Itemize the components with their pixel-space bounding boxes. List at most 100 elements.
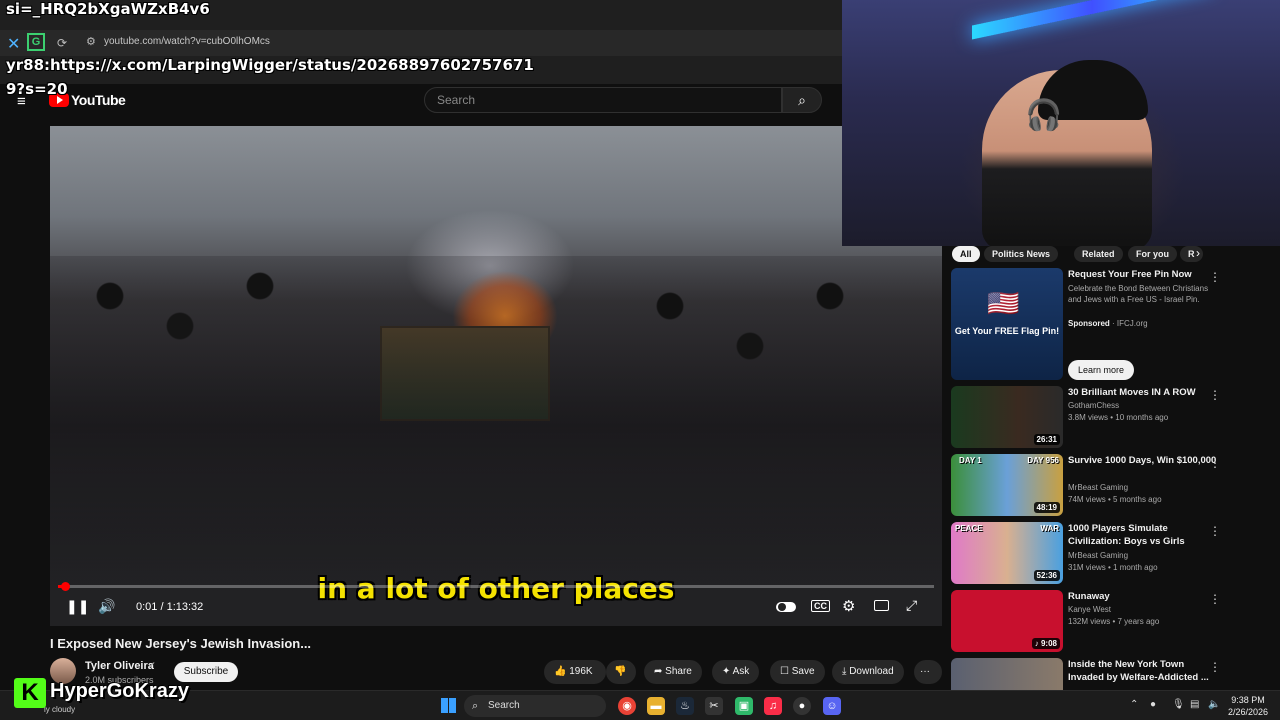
list-item[interactable]: 26:31 30 Brilliant Moves IN A ROW Gotham… [951,386,1280,448]
kebab-menu-icon[interactable]: ⋮ [1209,456,1221,470]
app-icon[interactable]: ▣ [735,697,753,715]
item-title[interactable]: 30 Brilliant Moves IN A ROW [1068,386,1218,399]
kick-logo-icon: K [14,678,46,708]
share-icon: ➦ [654,666,666,677]
list-item[interactable]: DAY 1 DAY 956 48:19 Survive 1000 Days, W… [951,454,1280,516]
chrome-icon[interactable]: ◉ [618,697,636,715]
windows-start-icon[interactable] [441,698,456,713]
clock[interactable]: 9:38 PM 2/26/2026 [1228,694,1268,718]
settings-gear-icon[interactable]: ⚙ [842,597,855,615]
ask-button[interactable]: ✦ Ask [712,660,760,684]
discord-icon[interactable]: ☺ [823,697,841,715]
channel-name[interactable]: Tyler Oliveira [85,660,154,672]
autoplay-toggle[interactable] [776,602,796,612]
ad-title[interactable]: Request Your Free Pin Now [1068,268,1218,281]
flag-pin-icon: 🇺🇸 [987,288,1020,318]
chip-politics-news[interactable]: Politics News [984,246,1059,262]
microphone-icon[interactable]: 🎙 [1172,699,1185,710]
network-icon[interactable]: ▤ [1190,699,1199,710]
fullscreen-icon[interactable]: ⤢ [906,597,917,614]
item-title[interactable]: Survive 1000 Days, Win $100,000 [1068,454,1218,467]
duration-badge: ♪ 9:08 [1031,638,1060,649]
sponsored-item[interactable]: 🇺🇸 Get Your FREE Flag Pin! Request Your … [951,268,1280,380]
youtube-logo-text[interactable]: YouTube [71,92,126,108]
duration-badge: 52:36 [1033,570,1060,581]
file-explorer-icon[interactable]: ▬ [647,697,665,715]
search-button[interactable]: ⌕ [782,87,822,113]
tray-app-icon[interactable]: ● [1150,699,1156,710]
thumb-label-right: DAY 956 [1027,456,1059,465]
video-thumbnail[interactable]: 26:31 [951,386,1063,448]
verified-badge-icon: ✔ [148,660,156,670]
list-item[interactable]: PEACE WAR 52:36 1000 Players Simulate Ci… [951,522,1280,584]
chip-related[interactable]: Related [1074,246,1123,262]
kebab-menu-icon[interactable]: ⋮ [1209,660,1221,674]
captions-icon[interactable]: CC [811,600,830,612]
kebab-menu-icon[interactable]: ⋮ [1209,524,1221,538]
overlay-text-line1: si=_HRQ2bXgaWZxB4v6 [6,0,210,18]
search-input[interactable]: Search [424,87,782,113]
time-display: 0:01 / 1:13:32 [136,601,204,613]
item-title[interactable]: 1000 Players Simulate Civilization: Boys… [1068,522,1218,548]
subscribe-button[interactable]: Subscribe [174,662,238,682]
thumb-label-right: WAR [1040,524,1059,533]
capcut-icon[interactable]: ✂ [705,697,723,715]
share-button[interactable]: ➦ Share [644,660,702,684]
taskbar-search[interactable]: ⌕ Search [464,695,606,717]
video-thumbnail[interactable]: PEACE WAR 52:36 [951,522,1063,584]
item-channel[interactable]: MrBeast Gaming [1068,482,1128,494]
download-button[interactable]: ⤓ Download [832,660,904,684]
chevron-up-icon[interactable]: ⌃ [1130,699,1138,710]
site-info-icon[interactable]: ⚙ [86,35,96,48]
g-extension-icon[interactable]: G [27,33,45,51]
kebab-menu-icon[interactable]: ⋮ [1209,270,1221,284]
progress-scrubber[interactable] [61,582,70,591]
like-button[interactable]: 👍 196K [544,660,606,684]
more-actions-button[interactable]: ··· [914,660,942,684]
kebab-menu-icon[interactable]: ⋮ [1209,592,1221,606]
speaker-icon[interactable]: 🔈 [1208,699,1220,710]
item-meta: 31M views • 1 month ago [1068,563,1158,572]
chevron-right-icon[interactable]: › [1196,246,1200,260]
music-icon[interactable]: ♫ [764,697,782,715]
bookmark-icon: ☐ [780,666,792,677]
item-channel[interactable]: GothamChess [1068,400,1119,412]
overlay-text-line3: 9?s=20 [6,80,68,98]
item-title[interactable]: Runaway [1068,590,1218,603]
thumbs-up-icon: 👍 [554,666,570,677]
pause-icon[interactable]: ❚❚ [66,598,89,615]
list-item[interactable]: ♪ 9:08 Runaway Kanye West 132M views • 7… [951,590,1280,652]
chip-for-you[interactable]: For you [1128,246,1177,262]
item-title[interactable]: Inside the New York Town Invaded by Welf… [1068,658,1218,684]
weather-text[interactable]: ly cloudy [44,705,75,714]
duration-badge: 26:31 [1033,434,1060,445]
video-thumbnail[interactable]: DAY 1 DAY 956 48:19 [951,454,1063,516]
video-thumbnail[interactable]: ♪ 9:08 [951,590,1063,652]
item-channel[interactable]: Kanye West [1068,604,1111,616]
address-bar[interactable]: youtube.com/watch?v=cubO0lhOMcs [104,36,270,47]
item-channel[interactable]: MrBeast Gaming [1068,550,1128,562]
video-thumbnail[interactable] [951,658,1063,690]
windows-taskbar: ly cloudy ⌕ Search ◉ ▬ ♨ ✂ ▣ ♫ ● ☺ ⌃ ● 🎙… [0,690,1280,720]
volume-icon[interactable]: 🔊 [98,598,115,615]
progress-bar[interactable] [58,582,934,591]
kebab-menu-icon[interactable]: ⋮ [1209,388,1221,402]
chip-all[interactable]: All [952,246,980,262]
list-item[interactable]: Inside the New York Town Invaded by Welf… [951,658,1280,690]
x-extension-icon[interactable]: ✕ [7,34,20,54]
thumb-label-left: PEACE [955,524,983,533]
ad-thumbnail[interactable]: 🇺🇸 Get Your FREE Flag Pin! [951,268,1063,380]
obs-icon[interactable]: ● [793,697,811,715]
thumbs-down-icon: 👎 [614,666,627,677]
reload-icon[interactable]: ⟳ [57,36,67,50]
item-meta: 74M views • 5 months ago [1068,495,1162,504]
miniplayer-icon[interactable] [874,600,889,611]
save-button[interactable]: ☐ Save [770,660,825,684]
ad-description: Celebrate the Bond Between Christians an… [1068,284,1209,304]
video-player[interactable]: in a lot of other places ❚❚ 🔊 0:01 / 1:1… [50,126,942,626]
duration-badge: 48:19 [1033,502,1060,513]
steam-icon[interactable]: ♨ [676,697,694,715]
dislike-button[interactable]: 👎 [606,660,636,684]
overlay-text-url: https://x.com/LarpingWigger/status/20268… [50,56,534,74]
learn-more-button[interactable]: Learn more [1068,360,1135,380]
